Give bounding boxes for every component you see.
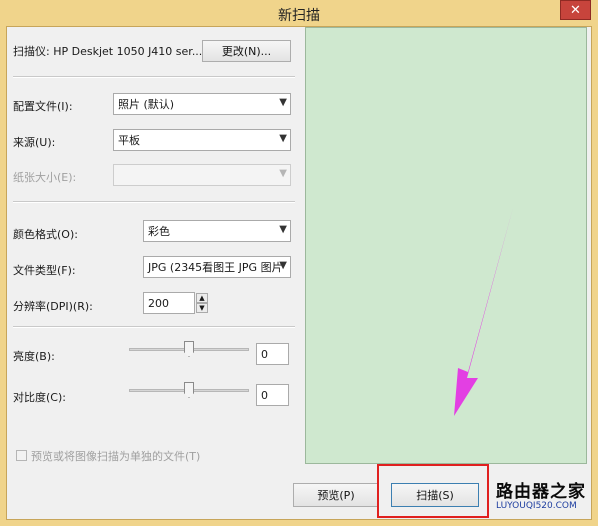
resolution-input[interactable]: 200 — [143, 292, 195, 314]
window-title: 新扫描 — [278, 8, 320, 24]
brightness-label: 亮度(B): — [13, 350, 55, 363]
paper-size-label: 纸张大小(E): — [13, 171, 77, 184]
color-format-label: 颜色格式(O): — [13, 228, 78, 241]
color-format-select[interactable]: 彩色 ▼ — [143, 220, 291, 242]
contrast-slider-thumb[interactable] — [184, 382, 194, 398]
source-label: 来源(U): — [13, 136, 56, 149]
profile-value: 照片 (默认) — [118, 98, 175, 111]
paper-size-select: ▼ — [113, 164, 291, 186]
dropdown-arrow-icon: ▼ — [279, 260, 287, 271]
preview-button[interactable]: 预览(P) — [293, 483, 379, 507]
pointer-arrow-annotation — [454, 208, 513, 416]
separator — [13, 326, 295, 328]
separate-files-checkbox[interactable] — [16, 450, 27, 461]
source-value: 平板 — [118, 134, 140, 147]
contrast-label: 对比度(C): — [13, 391, 66, 404]
scan-dialog: 新扫描 ✕ 扫描仪: HP Deskjet 1050 J410 ser... 更… — [0, 0, 598, 526]
dropdown-arrow-icon: ▼ — [279, 97, 287, 108]
file-type-value: JPG (2345看图王 JPG 图片 — [148, 261, 283, 274]
profile-label: 配置文件(I): — [13, 100, 73, 113]
color-format-value: 彩色 — [148, 225, 170, 238]
contrast-input[interactable]: 0 — [256, 384, 289, 406]
scanner-label: 扫描仪: HP Deskjet 1050 J410 ser... — [13, 45, 203, 58]
close-icon: ✕ — [570, 2, 581, 18]
close-button[interactable]: ✕ — [560, 0, 591, 20]
brightness-slider-thumb[interactable] — [184, 341, 194, 357]
file-type-label: 文件类型(F): — [13, 264, 76, 277]
spin-down-icon[interactable]: ▼ — [196, 303, 208, 313]
resolution-label: 分辨率(DPI)(R): — [13, 300, 93, 313]
watermark-title: 路由器之家 — [496, 482, 586, 502]
resolution-spinner[interactable]: ▲ ▼ — [196, 293, 208, 313]
file-type-select[interactable]: JPG (2345看图王 JPG 图片 ▼ — [143, 256, 291, 278]
watermark-url: LUYOUQI520.COM — [496, 501, 577, 511]
change-scanner-button[interactable]: 更改(N)... — [202, 40, 291, 62]
separator — [13, 201, 295, 203]
spin-up-icon[interactable]: ▲ — [196, 293, 208, 303]
profile-select[interactable]: 照片 (默认) ▼ — [113, 93, 291, 115]
separator — [13, 76, 295, 78]
dropdown-arrow-icon: ▼ — [279, 133, 287, 144]
title-bar: 新扫描 ✕ — [0, 0, 598, 26]
source-select[interactable]: 平板 ▼ — [113, 129, 291, 151]
watermark: 路由器之家 LUYOUQI520.COM — [496, 483, 592, 512]
scan-button-highlight — [377, 464, 489, 518]
dropdown-arrow-icon: ▼ — [279, 224, 287, 235]
dropdown-arrow-icon: ▼ — [279, 168, 287, 179]
separate-files-label: 预览或将图像扫描为单独的文件(T) — [31, 450, 201, 463]
brightness-input[interactable]: 0 — [256, 343, 289, 365]
